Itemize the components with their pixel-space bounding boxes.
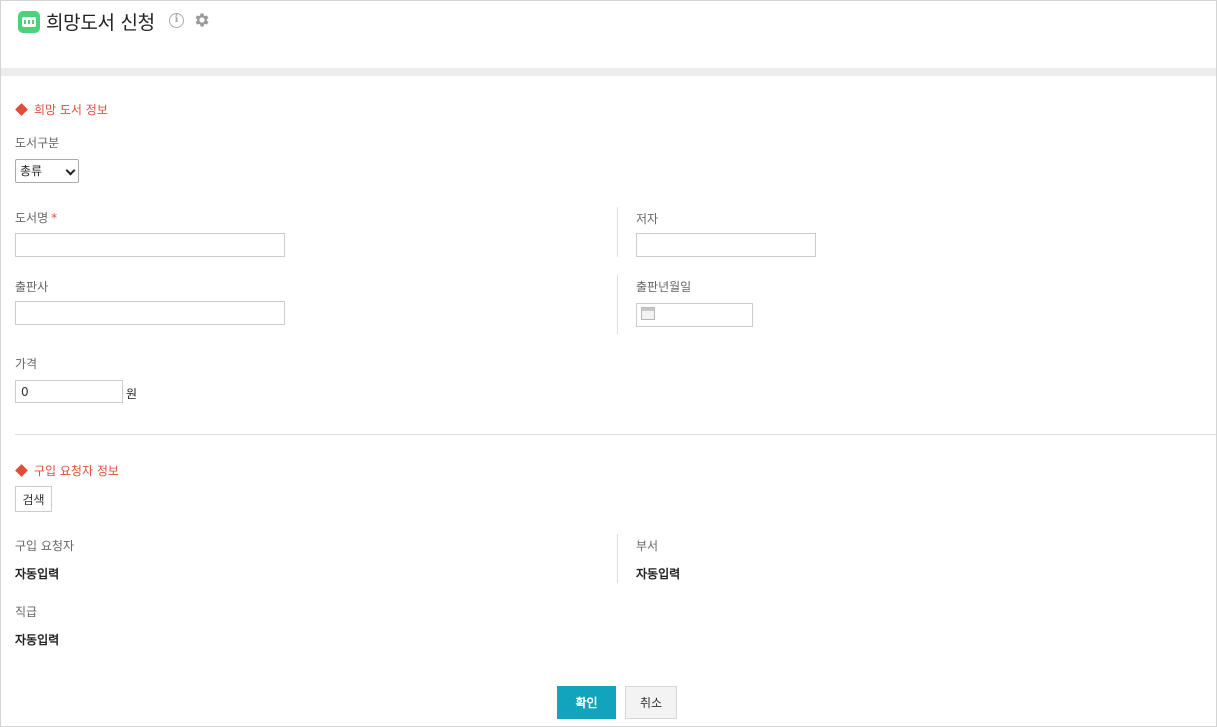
author-input[interactable] xyxy=(636,233,816,257)
publisher-input[interactable] xyxy=(15,301,285,325)
section-divider xyxy=(15,434,1216,435)
price-input[interactable] xyxy=(15,380,123,403)
category-selected-value: 총류 xyxy=(20,164,43,178)
search-button[interactable]: 검색 xyxy=(15,486,52,512)
page-title: 희망도서 신청 xyxy=(46,12,155,34)
publisher-label: 출판사 xyxy=(15,280,49,294)
column-divider xyxy=(617,275,618,334)
info-icon[interactable]: i xyxy=(169,13,184,28)
requester-section-title: 구입 요청자 정보 xyxy=(15,462,119,479)
page-header: 희망도서 신청 i xyxy=(1,1,1216,68)
diamond-icon xyxy=(15,103,28,116)
book-info-section-title: 희망 도서 정보 xyxy=(15,101,108,118)
requester-value: 자동입력 xyxy=(15,567,60,581)
department-label: 부서 xyxy=(636,539,659,553)
cancel-button[interactable]: 취소 xyxy=(625,686,677,719)
price-unit: 원 xyxy=(126,387,138,401)
book-name-input[interactable] xyxy=(15,233,285,257)
column-divider xyxy=(617,534,618,583)
calendar-icon[interactable] xyxy=(641,307,655,320)
price-label: 가격 xyxy=(15,357,38,371)
gear-icon[interactable] xyxy=(193,11,211,29)
header-divider xyxy=(1,68,1216,76)
category-select[interactable]: 총류 xyxy=(15,159,79,183)
department-value: 자동입력 xyxy=(636,567,681,581)
requester-label: 구입 요청자 xyxy=(15,539,75,553)
category-label: 도서구분 xyxy=(15,136,60,150)
position-label: 직급 xyxy=(15,605,38,619)
diamond-icon xyxy=(15,464,28,477)
position-value: 자동입력 xyxy=(15,633,60,647)
page-frame: 희망도서 신청 i 희망 도서 정보 도서구분 총류 도서명 * 저자 출판사 출… xyxy=(0,0,1217,727)
book-shelf-icon xyxy=(18,11,40,33)
confirm-button[interactable]: 확인 xyxy=(557,686,616,719)
book-name-label: 도서명 * xyxy=(15,211,58,225)
author-label: 저자 xyxy=(636,212,659,226)
chevron-down-icon xyxy=(65,165,76,176)
pub-date-label: 출판년월일 xyxy=(636,280,692,294)
column-divider xyxy=(617,207,618,257)
required-mark: * xyxy=(51,211,58,225)
